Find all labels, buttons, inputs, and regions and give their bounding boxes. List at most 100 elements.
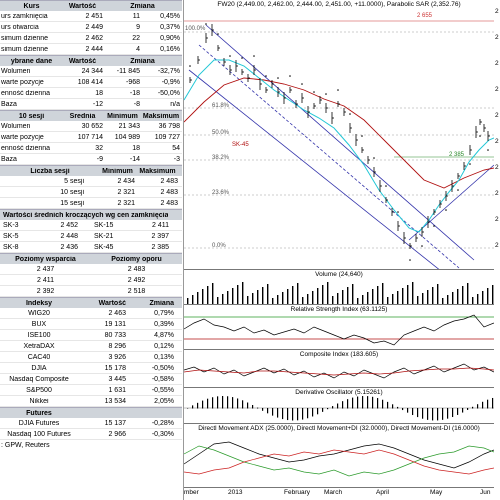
index-change: -0,55%: [151, 386, 174, 394]
index-name: Nikkei: [29, 397, 49, 405]
table-row: CAC40 3 926 0,13%: [0, 352, 182, 363]
x-axis-label: February: [284, 489, 311, 496]
row-value: 2 449: [85, 23, 103, 31]
derivative-bar: [347, 399, 349, 409]
header-avg: Średnia: [69, 112, 96, 120]
volume-bar: [282, 292, 284, 304]
volume-bar: [277, 295, 279, 304]
index-change: 4,87%: [154, 331, 174, 339]
ma-label: SK-8: [3, 243, 19, 251]
derivative-bar: [217, 396, 219, 409]
fib-label: 0.0%: [212, 243, 226, 249]
row-label: Wolumen: [1, 122, 31, 130]
sar-dot: [301, 83, 303, 85]
derivative-bar: [412, 408, 414, 416]
adx-pane: Directl Movement ADX (25.0000), Directl …: [184, 424, 494, 488]
resistance-level: 2 483: [127, 265, 146, 273]
table-row: warte pozycje 107 714 104 989 109 727: [0, 132, 182, 143]
derivative-bar: [272, 408, 274, 416]
future-value: 2 966: [108, 430, 126, 438]
volume-bar: [272, 298, 274, 304]
sar-dot: [189, 65, 191, 67]
table-row: Nasdaq 100 Futures 2 966 -0,30%: [0, 429, 182, 440]
index-value: 2 463: [108, 309, 126, 317]
right-axis-tick: 2: [495, 216, 499, 223]
session-header: Kurs Wartość Zmiana: [0, 0, 182, 11]
derivative-bar: [337, 403, 339, 409]
ma-label: SK-3: [3, 221, 19, 229]
table-row: DJIA Futures 15 137 -0,28%: [0, 418, 182, 429]
table-row: 2 437 2 483: [0, 264, 182, 275]
row-label: warte pozycje: [1, 78, 44, 86]
right-axis-tick: 2: [495, 34, 499, 41]
index-value: 1 631: [108, 386, 126, 394]
composite-title: Composite Index (183.605): [299, 351, 379, 358]
x-axis-label: mber: [184, 489, 199, 496]
ten-sessions-header: 10 sesji Średnia Minimum Maksimum: [0, 110, 182, 121]
row-value: 2 462: [85, 34, 103, 42]
row-min: 2 321: [117, 199, 135, 207]
selected-data-table: ybrane dane Wartość Zmiana Wolumen 24 34…: [0, 55, 182, 110]
table-row: 5 sesji 2 434 2 483: [0, 176, 182, 187]
row-change: -8: [133, 100, 140, 108]
derivative-bar: [212, 397, 214, 409]
derivative-bar: [257, 407, 259, 409]
row-change: 4: [136, 45, 140, 53]
derivative-pane: Derivative Oscillator (5.15261): [184, 388, 494, 424]
right-axis-tick: 2: [495, 8, 499, 15]
derivative-bar: [362, 396, 364, 409]
row-label: urs otwarcia: [1, 23, 39, 31]
moving-averages-header: Wartości średnich kroczących wg cen zamk…: [0, 209, 182, 220]
volume-bar: [467, 283, 469, 304]
row-label: enność dzienna: [1, 144, 51, 152]
sar-dot: [349, 113, 351, 115]
volume-bar: [492, 285, 494, 304]
derivative-bar: [222, 396, 224, 409]
table-row: 15 sesji 2 321 2 483: [0, 198, 182, 209]
volume-bar: [387, 297, 389, 304]
volume-bar: [252, 293, 254, 304]
row-change: -11 845: [116, 67, 140, 75]
volume-bar: [192, 295, 194, 304]
derivative-bar: [202, 400, 204, 409]
ma-value: 2 397: [151, 232, 169, 240]
derivative-bar: [402, 408, 404, 411]
volume-bar: [217, 297, 219, 304]
derivative-bar: [317, 408, 319, 415]
x-axis-label: March: [324, 489, 343, 496]
futures-header: Futures: [0, 407, 182, 418]
right-axis-tick: 2: [495, 112, 499, 119]
table-row: urs zamknięcia 2 451 11 0,45%: [0, 11, 182, 22]
top-level-tag: 2 655: [417, 13, 433, 19]
ma-label: SK-15: [94, 221, 114, 229]
price-chart-title: FW20 (2,449.00, 2,462.00, 2,444.00, 2,45…: [217, 1, 461, 8]
index-change: 0,79%: [154, 309, 174, 317]
future-name: Nasdaq 100 Futures: [7, 430, 71, 438]
header-max: Maksimum: [142, 112, 180, 120]
volume-bar: [302, 297, 304, 304]
derivative-bar: [417, 408, 419, 418]
row-value: -12: [92, 100, 103, 108]
header-min: Minimum: [102, 167, 133, 175]
volume-bar: [487, 288, 489, 304]
derivative-bar: [242, 400, 244, 409]
levels-header: Poziomy wsparcia Poziomy oporu: [0, 253, 182, 264]
right-axis-tick: 2: [495, 190, 499, 197]
channel-line-lower: [188, 69, 440, 269]
right-axis-tick: 2: [495, 60, 499, 67]
table-row: warte pozycje 108 414 -968 -0,9%: [0, 77, 182, 88]
future-value: 15 137: [104, 419, 126, 427]
derivative-bar: [332, 406, 334, 409]
composite-pane: Composite Index (183.605): [184, 350, 494, 388]
derivative-bar: [267, 408, 269, 414]
row-label: simum dzienne: [1, 45, 49, 53]
derivative-bar: [392, 404, 394, 409]
row-min: 2 321: [117, 188, 135, 196]
row-label: 10 sesji: [60, 188, 84, 196]
source-note: : GPW, Reuters: [1, 442, 50, 449]
fib-label: 100.0%: [185, 26, 206, 32]
row-label: warte pozycje: [1, 133, 44, 141]
table-row: ISE100 80 733 4,87%: [0, 330, 182, 341]
row-label: 15 sesji: [60, 199, 84, 207]
table-row: 10 sesji 2 321 2 483: [0, 187, 182, 198]
